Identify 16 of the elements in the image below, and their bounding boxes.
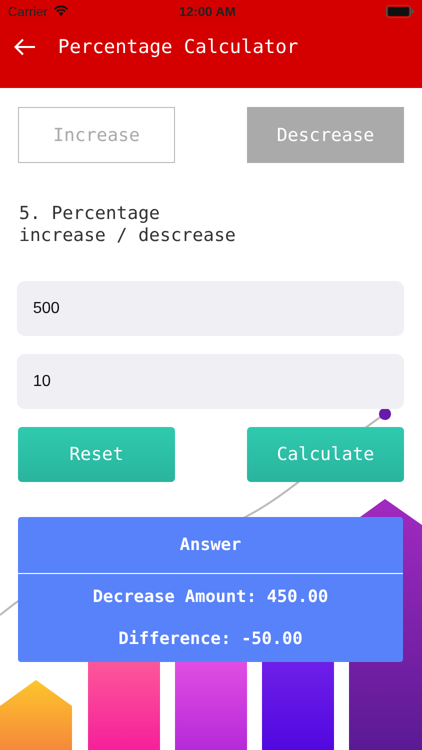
calculate-button[interactable]: Calculate xyxy=(247,427,404,482)
battery-icon xyxy=(386,4,414,18)
answer-line: Decrease Amount: 450.00 xyxy=(92,587,328,607)
back-arrow-icon[interactable] xyxy=(14,38,36,56)
wifi-icon xyxy=(52,5,69,17)
mode-toggle[interactable]: Increase xyxy=(18,107,175,163)
status-time: 12:00 AM xyxy=(178,4,237,18)
mode-toggle[interactable]: Descrease xyxy=(247,107,404,163)
reset-button[interactable]: Reset xyxy=(18,427,175,482)
carrier-label: Carrier xyxy=(8,4,48,18)
section-heading: 5. Percentage increase / descrease xyxy=(19,203,237,247)
input-field[interactable]: 500 xyxy=(17,281,404,336)
answer-title: Answer xyxy=(18,517,403,574)
answer-line: Difference: -50.00 xyxy=(118,629,303,649)
header-title: Percentage Calculator xyxy=(58,36,298,58)
input-field[interactable]: 10 xyxy=(17,354,404,409)
